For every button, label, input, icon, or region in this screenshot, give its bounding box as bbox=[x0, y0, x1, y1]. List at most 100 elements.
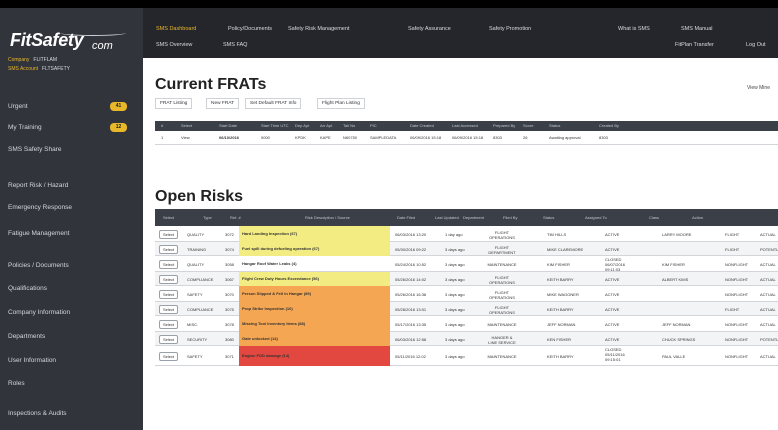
risk-select-button[interactable]: Select bbox=[159, 352, 178, 361]
risk-department: FLIGHT OPERATIONS bbox=[477, 305, 527, 315]
company-selector[interactable]: Company FLITFLAM bbox=[8, 57, 57, 63]
risks-header-select: Select bbox=[163, 215, 175, 220]
frat-score: 26 bbox=[523, 135, 528, 140]
sidebar-item-user-information[interactable]: User Information bbox=[8, 357, 56, 364]
risk-description[interactable]: Prop Strike Inspection (10) bbox=[239, 302, 390, 316]
sidebar-item-policies-documents[interactable]: Policies / Documents bbox=[8, 262, 69, 269]
risk-select-button[interactable]: Select bbox=[159, 230, 178, 239]
risk-select-button[interactable]: Select bbox=[159, 260, 178, 269]
risk-row[interactable]: Select QUALITY 3072 Hard Landing Inspection… bbox=[155, 226, 778, 242]
risk-description[interactable]: Hard Landing Inspection (67) bbox=[239, 226, 390, 242]
nav-what-is-sms[interactable]: What is SMS bbox=[618, 26, 650, 32]
risks-header-status: Status bbox=[543, 215, 555, 220]
frats-column-header: Tail No bbox=[343, 123, 356, 128]
sidebar-item-qualifications[interactable]: Qualifications bbox=[8, 285, 47, 292]
risk-status: ACTIVE bbox=[605, 247, 645, 252]
sidebar-item-roles[interactable]: Roles bbox=[8, 380, 25, 387]
risk-class: FLIGHT bbox=[725, 307, 740, 312]
account-selector[interactable]: SMS Account FLTSAFETY bbox=[8, 66, 70, 72]
risk-select-button[interactable]: Select bbox=[159, 320, 178, 329]
nav-log-out[interactable]: Log Out bbox=[746, 42, 766, 48]
risk-row[interactable]: Select QUALITY 3058 Hangar Roof Water Leaks… bbox=[155, 256, 778, 272]
frat-dep-apt: KPDK bbox=[295, 135, 306, 140]
risk-department: FLIGHT OPERATIONS bbox=[477, 290, 527, 300]
tab-set-default-frat-info[interactable]: Set Default FRAT Info bbox=[245, 98, 302, 109]
nav-safety-promotion[interactable]: Safety Promotion bbox=[489, 26, 531, 32]
risk-description[interactable]: Hangar Roof Water Leaks (4) bbox=[239, 256, 390, 272]
risk-type: MISC. bbox=[187, 322, 199, 327]
nav-fitplan-transfer[interactable]: FitPlan Transfer bbox=[675, 42, 714, 48]
sidebar-item-fatigue-management[interactable]: Fatigue Management bbox=[8, 230, 69, 237]
risk-row[interactable]: Select SAFETY 3071 Engine FOD damage (14) 05… bbox=[155, 346, 778, 366]
risk-row[interactable]: Select SAFETY 3070 Person Slipped & Fell in… bbox=[155, 286, 778, 302]
risk-class: NONFLIGHT bbox=[725, 322, 749, 327]
nav-safety-assurance[interactable]: Safety Assurance bbox=[408, 26, 451, 32]
risk-last-updated: 3 days ago bbox=[445, 247, 465, 252]
nav-sms-manual[interactable]: SMS Manual bbox=[681, 26, 713, 32]
sidebar-item-company-information[interactable]: Company Information bbox=[8, 309, 70, 316]
frats-title: Current FRATs bbox=[155, 76, 267, 93]
sidebar-item-report-risk-hazard[interactable]: Report Risk / Hazard bbox=[8, 182, 68, 189]
risk-description[interactable]: Person Slipped & Fell in Hangar (89) bbox=[239, 286, 390, 302]
risk-row[interactable]: Select COMPLIANCE 3067 Flight Crew Duty Hou… bbox=[155, 272, 778, 286]
risk-last-updated: 3 days ago bbox=[445, 337, 465, 342]
nav-sms-overview[interactable]: SMS Overview bbox=[156, 42, 192, 48]
risk-select-button[interactable]: Select bbox=[159, 335, 178, 344]
risk-select-button[interactable]: Select bbox=[159, 290, 178, 299]
risk-description[interactable]: Fuel spill during defueling operation (6… bbox=[239, 242, 390, 256]
risk-ref: 3074 bbox=[225, 247, 234, 252]
tab-new-frat[interactable]: New FRAT bbox=[206, 98, 240, 109]
risk-row[interactable]: Select COMPLIANCE 3075 Prop Strike Inspecti… bbox=[155, 302, 778, 316]
tab-flight-plan-listing[interactable]: Flight Plan Listing bbox=[317, 98, 365, 109]
risk-description[interactable]: Engine FOD damage (14) bbox=[239, 346, 390, 366]
risk-description[interactable]: Flight Crew Duty Hours Exceedance (56) bbox=[239, 272, 390, 286]
risk-department-line: LINE SERVICE bbox=[488, 340, 516, 345]
risk-date-filed: 05/24/2016 10:52 bbox=[395, 262, 427, 267]
account-value: FLTSAFETY bbox=[42, 66, 70, 72]
nav-policy-documents[interactable]: Policy/Documents bbox=[228, 26, 272, 32]
sidebar-item-sms-safety-share[interactable]: SMS Safety Share bbox=[8, 146, 61, 153]
sidebar-item-emergency-response[interactable]: Emergency Response bbox=[8, 204, 72, 211]
risk-description[interactable]: Gate unlocked (14) bbox=[239, 332, 390, 346]
risk-department: FLIGHT OPERATIONS bbox=[477, 230, 527, 240]
sidebar-item-inspections-audits[interactable]: Inspections & Audits bbox=[8, 410, 67, 417]
frats-column-header: Last Accessed bbox=[452, 123, 478, 128]
risk-status: ACTIVE bbox=[605, 307, 645, 312]
frats-column-header: Prepared By bbox=[493, 123, 516, 128]
nav-safety-risk-management[interactable]: Safety Risk Management bbox=[288, 26, 349, 32]
risk-row[interactable]: Select TRAINING 3074 Fuel spill during defu… bbox=[155, 242, 778, 256]
sidebar-item-my-training[interactable]: My Training bbox=[8, 124, 42, 131]
nav-sms-faq[interactable]: SMS FAQ bbox=[223, 42, 247, 48]
risk-last-updated: 3 days ago bbox=[445, 307, 465, 312]
risk-ref: 3072 bbox=[225, 232, 234, 237]
frat-status: Awaiting approval bbox=[549, 135, 581, 140]
top-bar bbox=[0, 0, 778, 8]
risk-last-updated: 3 days ago bbox=[445, 322, 465, 327]
risk-last-updated: 3 days ago bbox=[445, 354, 465, 359]
sidebar-item-departments[interactable]: Departments bbox=[8, 333, 45, 340]
sidebar-item-urgent[interactable]: Urgent bbox=[8, 103, 28, 110]
view-mine-link[interactable]: View Mine bbox=[747, 85, 770, 91]
frat-view-link[interactable]: View bbox=[181, 135, 190, 140]
risk-date-filed: 05/26/2016 16:38 bbox=[395, 292, 427, 297]
risk-status: ACTIVE bbox=[605, 232, 645, 237]
risk-department-line: MAINTENANCE bbox=[487, 262, 517, 267]
risk-description[interactable]: Missing Tool Inventory Items (88) bbox=[239, 316, 390, 332]
risk-ref: 3070 bbox=[225, 292, 234, 297]
risk-row[interactable]: Select MISC. 3078 Missing Tool Inventory It… bbox=[155, 316, 778, 332]
risks-header-filed-by: Filed By bbox=[503, 215, 518, 220]
frats-column-header: Start Date bbox=[219, 123, 238, 128]
frat-row[interactable]: 1 View 06/10/2016 0000 KPDK KAPE N60750 SAMPLED… bbox=[155, 131, 778, 145]
risk-filed-by: KEN FISHER bbox=[547, 337, 572, 342]
nav-sms-dashboard[interactable]: SMS Dashboard bbox=[156, 26, 196, 32]
tab-frat-listing[interactable]: FRAT Listing bbox=[155, 98, 193, 109]
frats-table-header: # Select Start Date Start Time UTC Dep Apt Ar… bbox=[155, 121, 778, 131]
risk-filed-by: JEFF NORMAN bbox=[547, 322, 576, 327]
risk-status: CLOSED 05/11/2016 09:15:01 bbox=[605, 347, 645, 362]
risk-select-button[interactable]: Select bbox=[159, 245, 178, 254]
risk-department: FLIGHT OPERATIONS bbox=[477, 275, 527, 285]
risk-row[interactable]: Select SECURITY 3080 Gate unlocked (14) 06/0… bbox=[155, 332, 778, 346]
risk-select-button[interactable]: Select bbox=[159, 275, 178, 284]
risk-department: MAINTENANCE bbox=[477, 322, 527, 327]
risk-select-button[interactable]: Select bbox=[159, 305, 178, 314]
